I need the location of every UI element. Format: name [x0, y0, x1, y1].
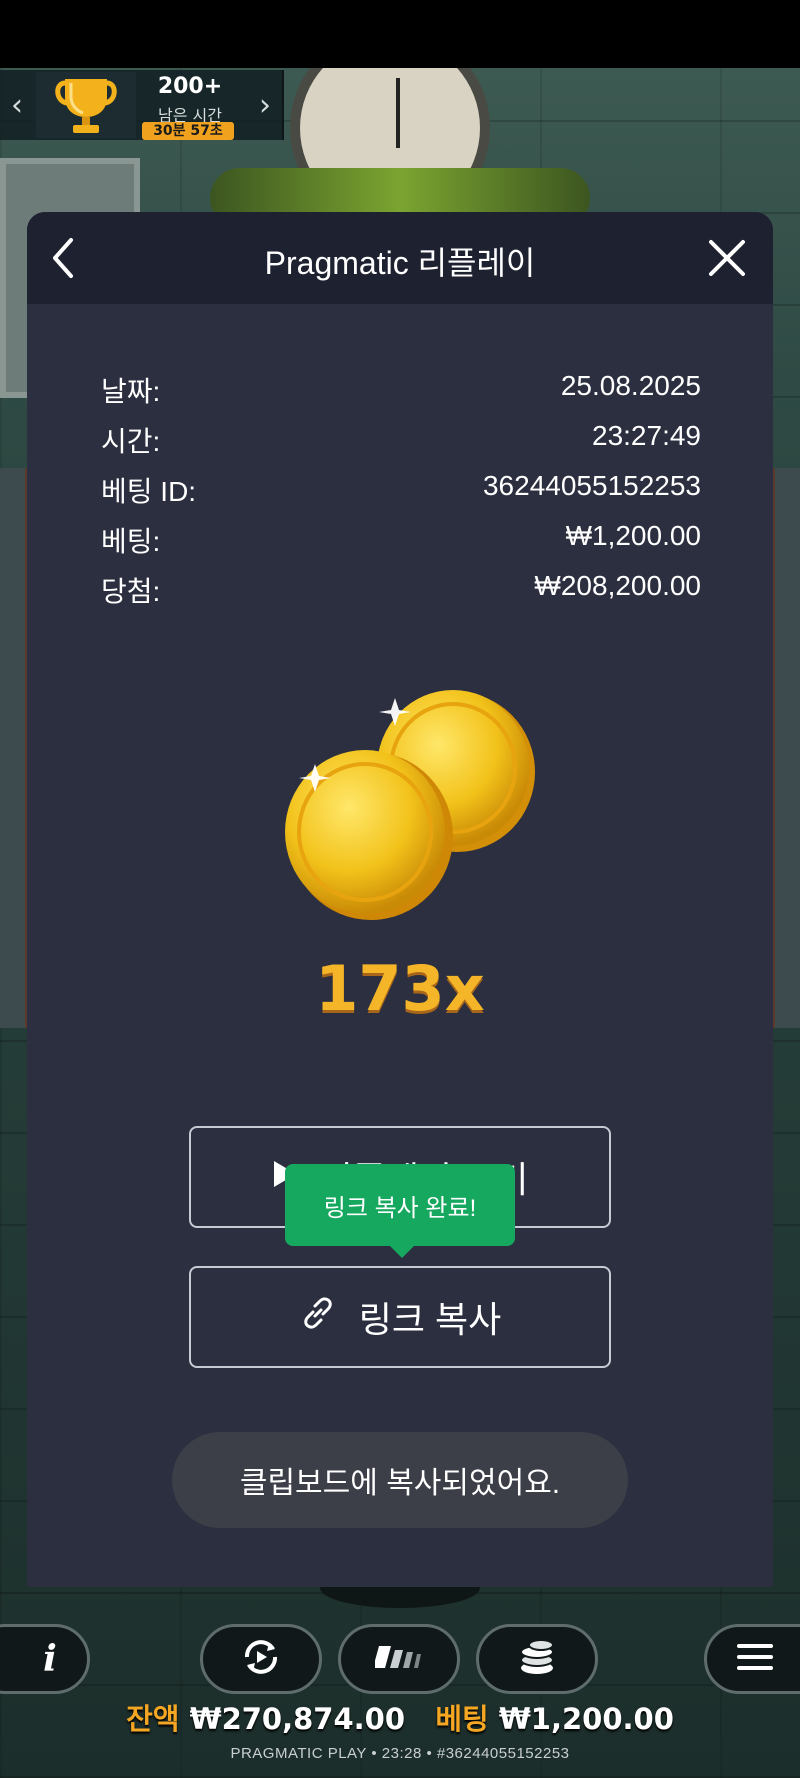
reel-right-edge — [772, 468, 800, 1028]
info-label: 베팅: — [101, 526, 161, 557]
info-value: 25.08.2025 — [560, 370, 701, 401]
info-label: 날짜: — [101, 376, 161, 407]
toast-text: 클립보드에 복사되었어요. — [239, 1467, 561, 1500]
balance-bet-line: 잔액 ₩270,874.00 베팅 ₩1,200.00 — [0, 1696, 800, 1738]
clipboard-toast: 클립보드에 복사되었어요. — [172, 1432, 628, 1528]
chevron-right-icon[interactable]: › — [248, 70, 282, 140]
footer-info: PRAGMATIC PLAY • 23:28 • #36244055152253 — [230, 1745, 570, 1762]
autoplay-icon — [239, 1635, 283, 1683]
link-icon — [299, 1294, 337, 1341]
modal-title: Pragmatic 리플레이 — [264, 245, 536, 281]
reel-left-edge — [0, 468, 28, 1028]
info-label: 베팅 ID: — [101, 476, 197, 507]
info-label: 당첨: — [101, 576, 161, 607]
tournament-count: 200+ — [157, 74, 223, 99]
copy-link-label: 링크 복사 — [358, 1299, 502, 1340]
modal-header: Pragmatic 리플레이 — [27, 212, 773, 304]
gold-coins-icon — [267, 672, 557, 962]
info-icon: i — [43, 1638, 57, 1680]
autoplay-button[interactable] — [200, 1624, 322, 1694]
coin-stack-icon — [517, 1638, 557, 1680]
fast-forward-icon — [373, 1642, 423, 1676]
bet-label: 베팅 — [435, 1702, 489, 1736]
replay-modal: Pragmatic 리플레이 날짜: 25.08.2025 시간: 23:27:… — [27, 212, 773, 1587]
turbo-button[interactable] — [338, 1624, 460, 1694]
bet-settings-button[interactable] — [476, 1624, 598, 1694]
menu-button[interactable] — [704, 1624, 800, 1694]
info-row-time: 시간: 23:27:49 — [101, 420, 701, 460]
close-icon[interactable] — [699, 230, 755, 286]
info-row-win: 당첨: ₩208,200.00 — [101, 570, 701, 610]
info-row-bet-id: 베팅 ID: 36244055152253 — [101, 470, 701, 510]
bet-value: ₩1,200.00 — [498, 1702, 674, 1736]
trophy-icon — [36, 72, 136, 138]
info-label: 시간: — [101, 426, 161, 457]
info-button[interactable]: i — [0, 1624, 90, 1694]
info-value: 36244055152253 — [482, 470, 701, 501]
info-value: 23:27:49 — [592, 420, 701, 451]
link-copied-tooltip: 링크 복사 완료! — [285, 1164, 515, 1258]
hamburger-menu-icon — [737, 1642, 773, 1676]
info-value: ₩208,200.00 — [534, 570, 701, 601]
tooltip-text: 링크 복사 완료! — [323, 1194, 477, 1222]
balance-label: 잔액 — [126, 1702, 180, 1736]
tournament-widget[interactable]: ‹ 200+ 남은 시간 30분 57초 › — [0, 70, 284, 140]
remaining-time-badge: 30분 57초 — [142, 122, 234, 140]
chevron-left-icon[interactable]: ‹ — [0, 70, 34, 140]
win-multiplier: 173x — [315, 952, 485, 1025]
copy-link-button[interactable]: 링크 복사 — [189, 1266, 611, 1368]
balance-value: ₩270,874.00 — [189, 1702, 406, 1736]
info-row-date: 날짜: 25.08.2025 — [101, 370, 701, 410]
status-bar — [0, 0, 800, 68]
info-value: ₩1,200.00 — [565, 520, 701, 551]
info-row-bet: 베팅: ₩1,200.00 — [101, 520, 701, 560]
